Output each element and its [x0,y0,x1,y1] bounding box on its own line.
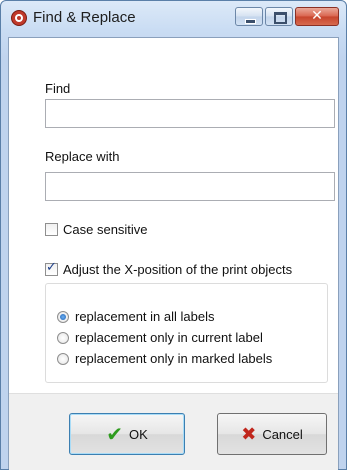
ok-button[interactable]: ✔ OK [69,413,185,455]
find-label: Find [45,81,71,96]
close-icon: ✕ [311,8,323,24]
scope-current-radio[interactable] [57,331,69,344]
replacement-scope-group: replacement in all labels replacement on… [45,283,328,383]
scope-marked-radio[interactable] [57,352,69,365]
scope-all-label: replacement in all labels [75,309,215,324]
close-button[interactable]: ✕ [295,7,339,26]
replace-input[interactable] [45,172,335,201]
window-title: Find & Replace [33,9,136,26]
scope-all-radio[interactable] [57,310,69,323]
button-bar: ✔ OK ✖ Cancel [9,393,338,470]
scope-current-label: replacement only in current label [75,330,263,345]
case-sensitive-label: Case sensitive [63,222,148,237]
minimize-button[interactable] [235,7,263,26]
scope-option-marked[interactable]: replacement only in marked labels [57,351,272,366]
scope-option-current[interactable]: replacement only in current label [57,330,263,345]
replace-label: Replace with [45,149,120,164]
adjust-x-checkbox[interactable] [45,260,58,276]
case-sensitive-option[interactable]: Case sensitive [45,222,148,237]
title-bar[interactable]: Find & Replace ✕ [1,1,346,37]
scope-marked-label: replacement only in marked labels [75,351,273,366]
maximize-button[interactable] [265,7,293,26]
case-sensitive-checkbox[interactable] [45,223,58,236]
maximize-icon [274,12,287,24]
dialog-body: Find Replace with Case sensitive Adjust … [8,37,339,470]
find-input[interactable] [45,99,335,128]
app-logo-icon [11,10,27,26]
x-icon: ✖ [241,423,257,445]
cancel-label: Cancel [262,426,303,442]
find-replace-dialog: Find & Replace ✕ Find Replace with Case … [0,0,347,470]
minimize-icon [245,19,256,24]
cancel-button[interactable]: ✖ Cancel [217,413,327,455]
caption-buttons: ✕ [235,7,339,26]
scope-option-all[interactable]: replacement in all labels [57,309,214,324]
ok-label: OK [128,426,148,442]
adjust-x-option[interactable]: Adjust the X-position of the print objec… [45,260,293,277]
check-icon: ✔ [106,422,123,446]
adjust-x-label: Adjust the X-position of the print objec… [63,262,293,277]
